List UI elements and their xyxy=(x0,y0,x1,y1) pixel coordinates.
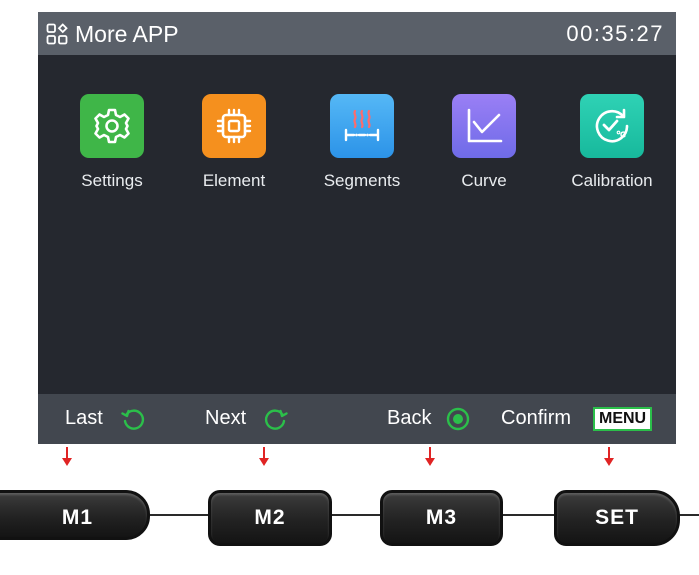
key-m2[interactable]: M2 xyxy=(208,490,332,546)
app-tile xyxy=(580,94,644,158)
title-bar: More APP 00:35:27 xyxy=(38,12,676,55)
arrow-down-icon xyxy=(259,447,269,466)
app-grid-icon xyxy=(46,23,68,45)
app-segments[interactable]: Segments xyxy=(306,94,418,194)
arrow-down-icon xyxy=(604,447,614,466)
heat-segments-icon xyxy=(344,109,380,142)
key-m1[interactable]: M1 xyxy=(0,490,150,540)
temperature-calibration-icon xyxy=(595,108,629,143)
app-label: Settings xyxy=(81,171,143,190)
hint-confirm-label: Confirm xyxy=(501,407,572,429)
app-label: Calibration xyxy=(571,171,653,190)
gear-icon xyxy=(94,108,130,144)
hint-next-label: Next xyxy=(205,407,247,429)
app-element[interactable]: Element xyxy=(178,94,290,194)
key-m3[interactable]: M3 xyxy=(380,490,503,546)
press-button-icon xyxy=(446,407,470,431)
app-label: Segments xyxy=(323,171,401,190)
hint-bar: Last Next Back Confirm MENU xyxy=(38,394,676,444)
app-tile xyxy=(452,94,516,158)
key-set[interactable]: SET xyxy=(554,490,680,546)
rotate-left-icon xyxy=(121,409,145,430)
app-calibration[interactable]: Calibration xyxy=(556,94,668,194)
app-label: Element xyxy=(202,171,266,190)
clock: 00:35:27 xyxy=(566,21,664,46)
hint-last-label: Last xyxy=(65,407,103,429)
device-screen: More APP 00:35:27 Settings Element Segme… xyxy=(38,12,676,444)
arrow-down-icon xyxy=(425,447,435,466)
hint-confirm: Confirm MENU xyxy=(501,394,671,444)
app-tile xyxy=(80,94,144,158)
hint-back-label: Back xyxy=(387,407,432,429)
app-settings[interactable]: Settings xyxy=(56,94,168,194)
hint-last: Last xyxy=(65,394,165,444)
menu-key-badge: MENU xyxy=(593,407,653,431)
device-panel: More APP 00:35:27 Settings Element Segme… xyxy=(0,0,699,575)
app-label: Curve xyxy=(461,171,507,190)
app-tile xyxy=(202,94,266,158)
chip-icon xyxy=(216,108,252,144)
rotate-right-icon xyxy=(264,409,288,430)
app-curve[interactable]: Curve xyxy=(428,94,540,194)
arrow-down-icon xyxy=(62,447,72,466)
app-tile xyxy=(330,94,394,158)
line-chart-icon xyxy=(467,108,503,143)
hint-next: Next xyxy=(205,394,305,444)
hint-back: Back xyxy=(387,394,487,444)
page-title: More APP xyxy=(75,21,179,47)
